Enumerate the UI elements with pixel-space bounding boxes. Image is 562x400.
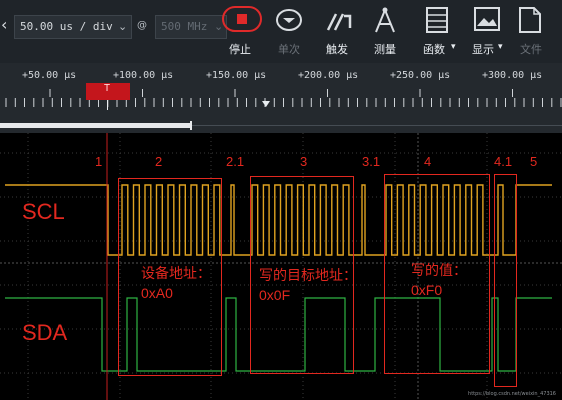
phase-number: 3.1 (362, 154, 381, 169)
sample-rate-dropdown[interactable]: 500 MHz ⌄ (155, 15, 227, 39)
function-button-label[interactable]: 函数 (423, 41, 445, 57)
trigger-position-line (107, 100, 108, 110)
watermark: https://blog.csdn.net/weixin_47316 (468, 391, 556, 397)
measure-button-label[interactable]: 测量 (374, 41, 396, 57)
display-icon[interactable] (473, 6, 501, 34)
sda-channel-label: SDA (22, 320, 68, 345)
ack-region (494, 174, 517, 387)
write-value-value: 0xF0 (411, 282, 443, 298)
scroll-track[interactable] (192, 125, 562, 126)
scl-channel-label: SCL (22, 199, 65, 224)
stop-square-icon (237, 14, 247, 24)
phase-number: 2 (155, 154, 163, 169)
single-icon[interactable] (275, 8, 303, 32)
chevron-down-icon: ▾ (451, 42, 456, 52)
chevron-down-icon: ⌄ (118, 20, 128, 33)
phase-number: 5 (530, 154, 538, 169)
phase-number: 3 (300, 154, 308, 169)
chevron-down-icon: ▾ (498, 42, 503, 52)
toolbar: ‹ 50.00 us / div ⌄ @ 500 MHz ⌄ 停止 单次 触发 (0, 0, 562, 63)
function-icon[interactable] (424, 6, 450, 34)
phase-number: 2.1 (226, 154, 245, 169)
time-ruler[interactable]: +50.00 μs +100.00 μs +150.00 μs +200.00 … (0, 63, 562, 133)
timebase-dropdown[interactable]: 50.00 us / div ⌄ (14, 15, 132, 39)
sample-rate-value: 500 MHz (161, 20, 208, 33)
scroll-thumb[interactable] (0, 123, 190, 128)
phase-number: 4 (424, 154, 432, 169)
scroll-left-chevron-icon[interactable]: ‹ (1, 15, 7, 34)
trigger-button-label[interactable]: 触发 (326, 41, 348, 57)
at-symbol: @ (137, 20, 147, 31)
target-address-label: 写的目标地址： (259, 267, 357, 283)
device-address-label: 设备地址： (141, 265, 211, 281)
stop-button-label[interactable]: 停止 (229, 41, 251, 57)
display-button-label[interactable]: 显示 (472, 41, 494, 57)
timebase-value: 50.00 us / div (20, 20, 113, 33)
trigger-marker-label: T (104, 83, 111, 94)
trigger-icon[interactable] (326, 8, 354, 34)
write-value-label: 写的值： (411, 262, 467, 278)
stop-icon[interactable] (222, 6, 262, 32)
oscilloscope-app: ‹ 50.00 us / div ⌄ @ 500 MHz ⌄ 停止 单次 触发 (0, 0, 562, 400)
trigger-window-marker[interactable]: T (86, 83, 130, 100)
file-icon[interactable] (516, 6, 544, 34)
measure-icon[interactable] (370, 6, 400, 34)
phase-number: 4.1 (494, 154, 513, 169)
waveform-display[interactable]: 1 2 2.1 3 3.1 4 4.1 5 SCL SDA 设备地址： 0xA0… (0, 133, 562, 400)
device-address-value: 0xA0 (141, 285, 173, 301)
file-button-label[interactable]: 文件 (520, 41, 542, 57)
single-button-label[interactable]: 单次 (278, 41, 300, 57)
phase-number: 1 (95, 154, 103, 169)
target-address-value: 0x0F (259, 287, 291, 303)
